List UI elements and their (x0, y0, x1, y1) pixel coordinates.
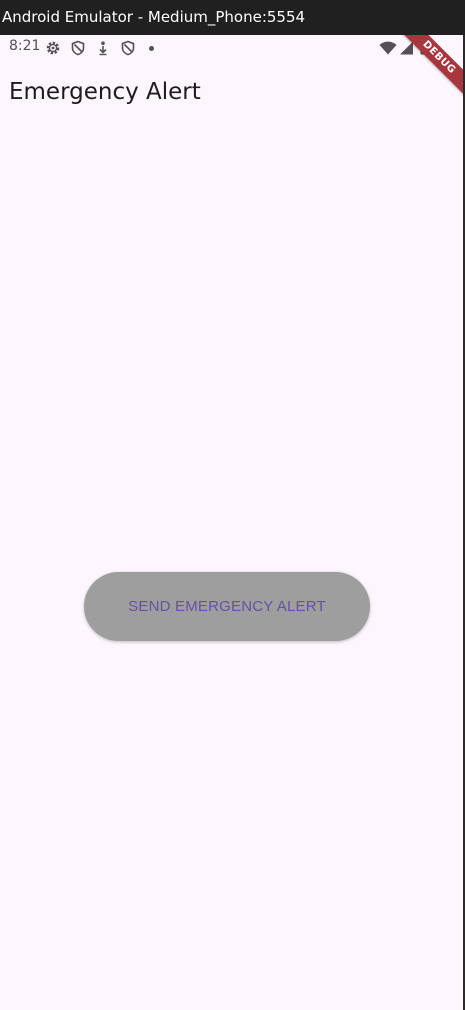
download-icon (99, 41, 107, 56)
page-title: Emergency Alert (9, 79, 201, 105)
send-emergency-alert-button[interactable]: SEND EMERGENCY ALERT (84, 572, 370, 641)
status-time: 8:21 (9, 38, 41, 54)
status-bar: 8:21 (0, 35, 463, 61)
more-notifications-dot-icon (149, 45, 154, 51)
app-bar: Emergency Alert (0, 61, 463, 125)
shield-icon (121, 40, 135, 56)
phone-screen: 8:21 DEBUG Emergency Alert SEND EMERGENC… (0, 35, 463, 1010)
wifi-icon (379, 41, 397, 54)
status-notification-icons (45, 40, 154, 56)
emulator-window-title: Android Emulator - Medium_Phone:5554 (0, 0, 465, 35)
shield-icon (71, 40, 85, 56)
gear-icon (46, 41, 60, 55)
